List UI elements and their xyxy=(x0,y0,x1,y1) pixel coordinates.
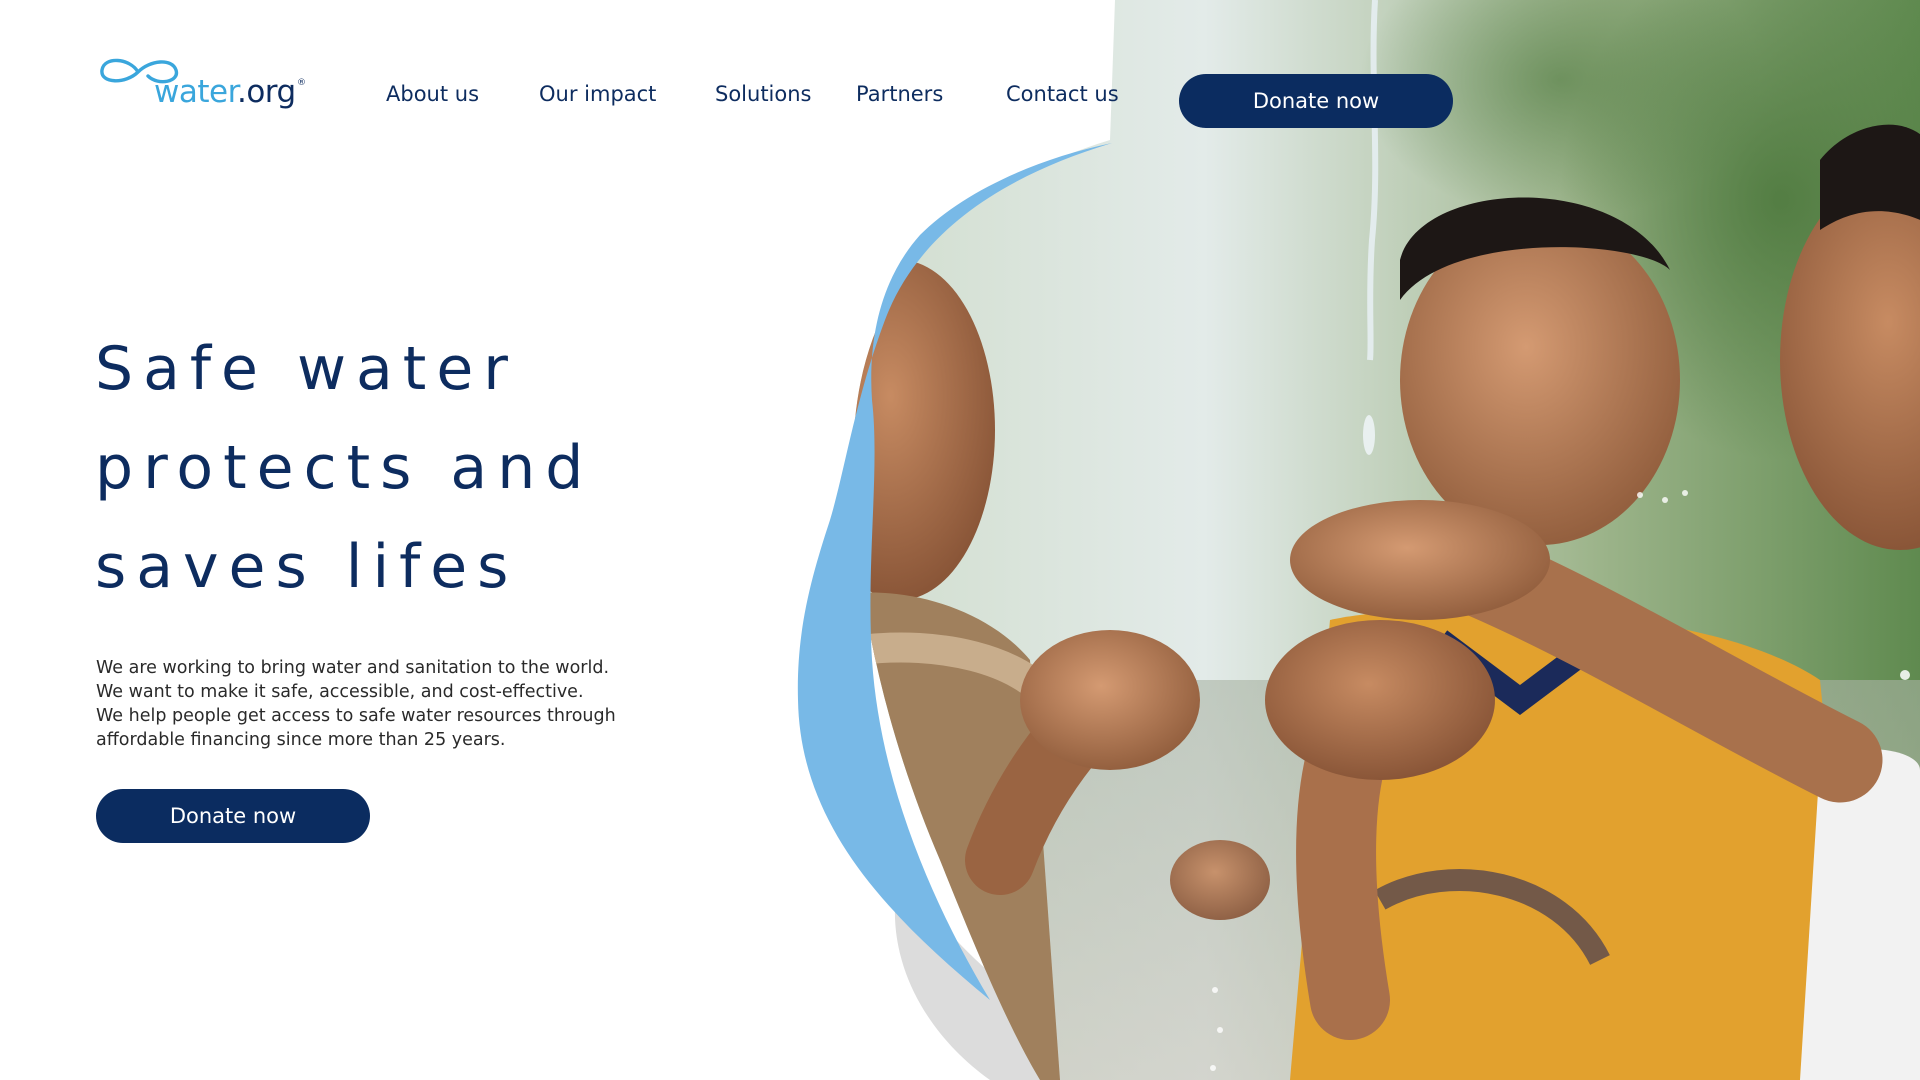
nav-about-us[interactable]: About us xyxy=(386,84,479,105)
landing-page: water.org ® About us Our impact Solution… xyxy=(0,0,1920,1080)
registered-mark: ® xyxy=(297,78,306,88)
hero-title-line: Safe water xyxy=(95,334,518,404)
nav-contact-us[interactable]: Contact us xyxy=(1006,84,1119,105)
hero-description-line: We are working to bring water and sanita… xyxy=(96,658,610,678)
logo-wordmark: water.org xyxy=(154,77,296,108)
hero-description-line: We want to make it safe, accessible, and… xyxy=(96,682,584,702)
hero-title-line: protects and xyxy=(95,433,594,503)
hero-description-line: affordable financing since more than 25 … xyxy=(96,730,506,750)
hero-donate-button[interactable]: Donate now xyxy=(96,789,370,843)
header-donate-button[interactable]: Donate now xyxy=(1179,74,1453,128)
hero-description: We are working to bring water and sanita… xyxy=(96,656,676,752)
hero-description-line: We help people get access to safe water … xyxy=(96,706,616,726)
logo[interactable]: water.org ® xyxy=(98,52,308,122)
nav-solutions[interactable]: Solutions xyxy=(715,84,812,105)
nav-our-impact[interactable]: Our impact xyxy=(539,84,656,105)
logo-wordmark-suffix: .org xyxy=(236,74,296,110)
logo-wordmark-main: water xyxy=(154,74,237,110)
hero-title: Safe water protects and saves lifes xyxy=(95,320,795,617)
nav-partners[interactable]: Partners xyxy=(856,84,943,105)
hero-title-line: saves lifes xyxy=(95,532,519,602)
